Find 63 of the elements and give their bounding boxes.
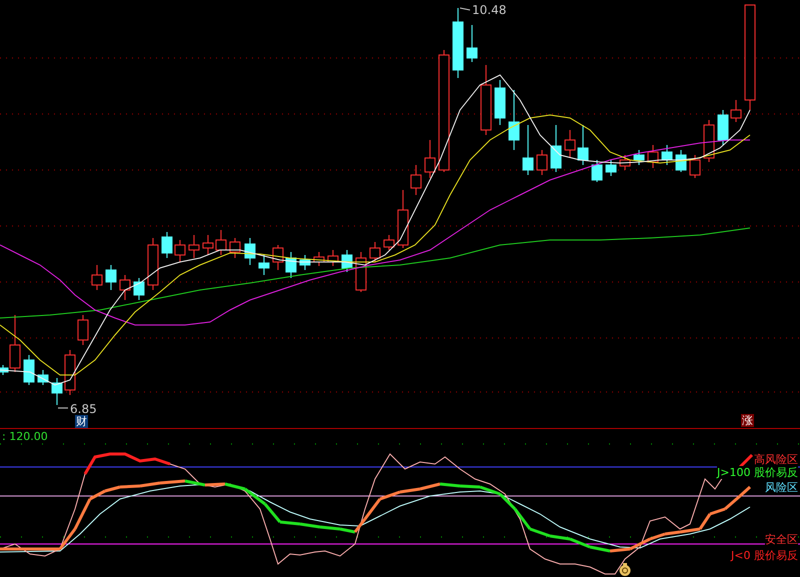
candlestick (52, 378, 62, 406)
legend-label: J>100 股价易反 (717, 466, 798, 479)
candlestick (120, 274, 130, 300)
event-marker: 涨 (741, 414, 754, 427)
candlestick (106, 264, 116, 290)
candlestick (508, 90, 520, 150)
candlestick (730, 100, 742, 122)
high-price-label: 10.48 (472, 3, 506, 17)
candlestick (424, 140, 436, 178)
candlestick (384, 234, 394, 250)
candlestick (188, 234, 200, 258)
candlestick (356, 252, 366, 292)
candlestick (328, 250, 338, 266)
candlestick (148, 238, 158, 290)
candlestick (314, 252, 324, 266)
legend-label: 安全区 (765, 533, 798, 546)
candlestick (480, 64, 492, 136)
candlestick (494, 80, 506, 126)
candlestick (258, 254, 270, 276)
candlestick (64, 350, 76, 396)
candlestick (92, 264, 102, 290)
candlestick (662, 144, 672, 166)
money-bag-icon (618, 562, 632, 576)
candlestick (216, 230, 226, 256)
legend-label: 风险区 (765, 481, 798, 494)
event-marker: 财 (75, 415, 88, 428)
candlestick (202, 234, 214, 256)
indicator-value: : 120.00 (2, 430, 48, 443)
candlestick (704, 120, 714, 162)
candlestick (342, 250, 352, 272)
candlestick (690, 154, 700, 178)
low-price-label: 6.85 (70, 402, 97, 416)
candlestick (648, 144, 658, 168)
candlestick (398, 190, 408, 248)
candlestick (718, 110, 728, 146)
candlestick (38, 370, 48, 386)
candlestick (452, 8, 464, 78)
candlestick (162, 232, 172, 258)
candlestick (564, 130, 576, 158)
candlestick (536, 150, 548, 176)
candlestick (244, 238, 256, 266)
candlestick (522, 124, 534, 176)
leader-line (460, 8, 470, 10)
candlestick (410, 164, 422, 196)
candlestick (550, 124, 562, 172)
candlestick (370, 242, 380, 262)
candlestick (592, 160, 602, 182)
candlestick (24, 354, 34, 386)
candlestick (230, 238, 240, 258)
candlestick (134, 278, 144, 300)
candlestick (676, 150, 686, 172)
candlestick (300, 254, 310, 270)
candlestick (272, 244, 284, 270)
candlestick (634, 150, 644, 166)
candlestick (286, 252, 296, 278)
legend-label: 高风险区 (754, 453, 798, 466)
legend-label: J<0 股价易反 (731, 549, 798, 562)
candlestick (606, 160, 616, 176)
candlestick (78, 314, 88, 346)
candlestick (620, 154, 630, 170)
candlestick (174, 240, 186, 262)
candlestick (466, 24, 478, 62)
candlestick (578, 124, 588, 166)
